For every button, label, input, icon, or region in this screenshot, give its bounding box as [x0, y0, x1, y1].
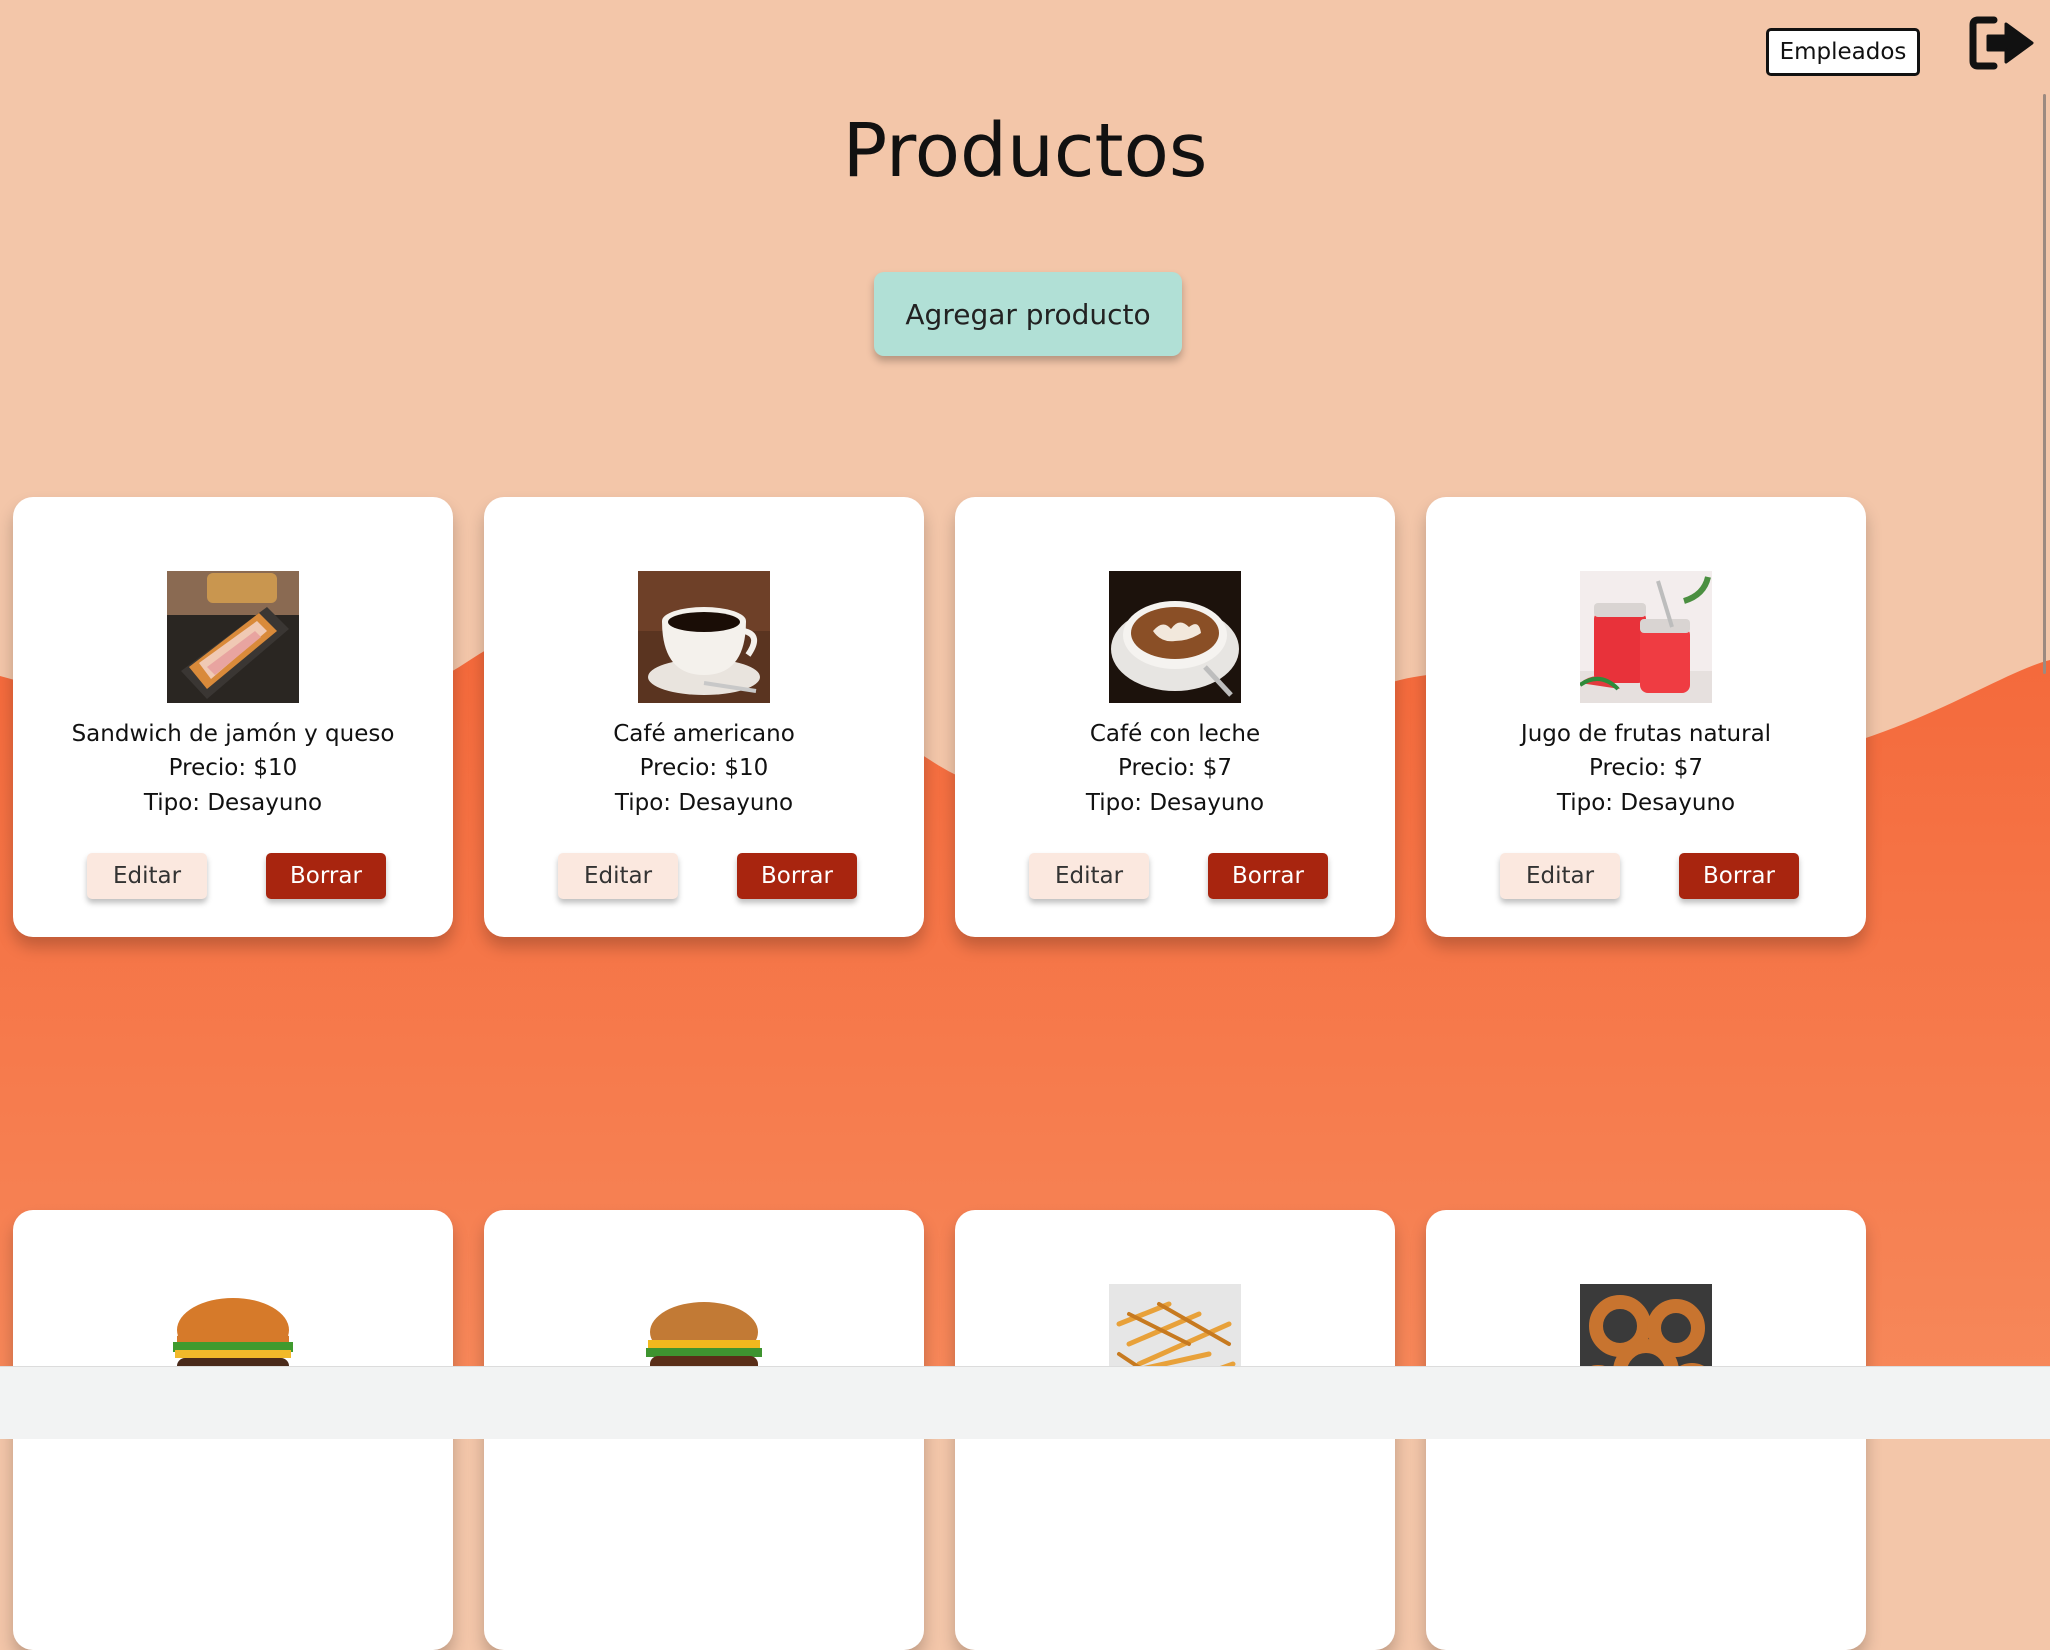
product-card: Jugo de frutas natural Precio: $7 Tipo: De… [1426, 497, 1866, 937]
add-product-button[interactable]: Agregar producto [874, 272, 1182, 356]
product-image [1109, 571, 1241, 703]
product-name: Café americano [613, 721, 795, 747]
product-image [1580, 571, 1712, 703]
delete-button[interactable]: Borrar [266, 853, 386, 899]
page-title: Productos [842, 108, 1208, 194]
edit-button[interactable]: Editar [1500, 853, 1620, 899]
delete-button[interactable]: Borrar [737, 853, 857, 899]
product-card: Café con leche Precio: $7 Tipo: Desayuno Ed… [955, 497, 1395, 937]
product-image [638, 571, 770, 703]
product-price: Precio: $7 [1588, 755, 1703, 781]
product-type: Tipo: Desayuno [1556, 790, 1736, 816]
employees-button[interactable]: Empleados [1766, 28, 1920, 76]
product-name: Café con leche [1089, 721, 1261, 747]
product-card: Sandwich de jamón y queso Precio: $10 Tipo… [13, 497, 453, 937]
product-type: Tipo: Desayuno [614, 790, 794, 816]
product-type: Tipo: Desayuno [143, 790, 323, 816]
delete-button[interactable]: Borrar [1679, 853, 1799, 899]
logout-icon[interactable] [1968, 14, 2036, 72]
delete-button[interactable]: Borrar [1208, 853, 1328, 899]
bottom-bar [0, 1366, 2050, 1439]
edit-button[interactable]: Editar [558, 853, 678, 899]
edit-button[interactable]: Editar [87, 853, 207, 899]
product-name: Sandwich de jamón y queso [71, 721, 395, 747]
product-image [167, 571, 299, 703]
product-price: Precio: $10 [639, 755, 769, 781]
product-name: Jugo de frutas natural [1520, 721, 1772, 747]
product-card: Café americano Precio: $10 Tipo: Desayuno E… [484, 497, 924, 937]
product-type: Tipo: Desayuno [1085, 790, 1265, 816]
edit-button[interactable]: Editar [1029, 853, 1149, 899]
product-price: Precio: $10 [168, 755, 298, 781]
product-price: Precio: $7 [1117, 755, 1232, 781]
